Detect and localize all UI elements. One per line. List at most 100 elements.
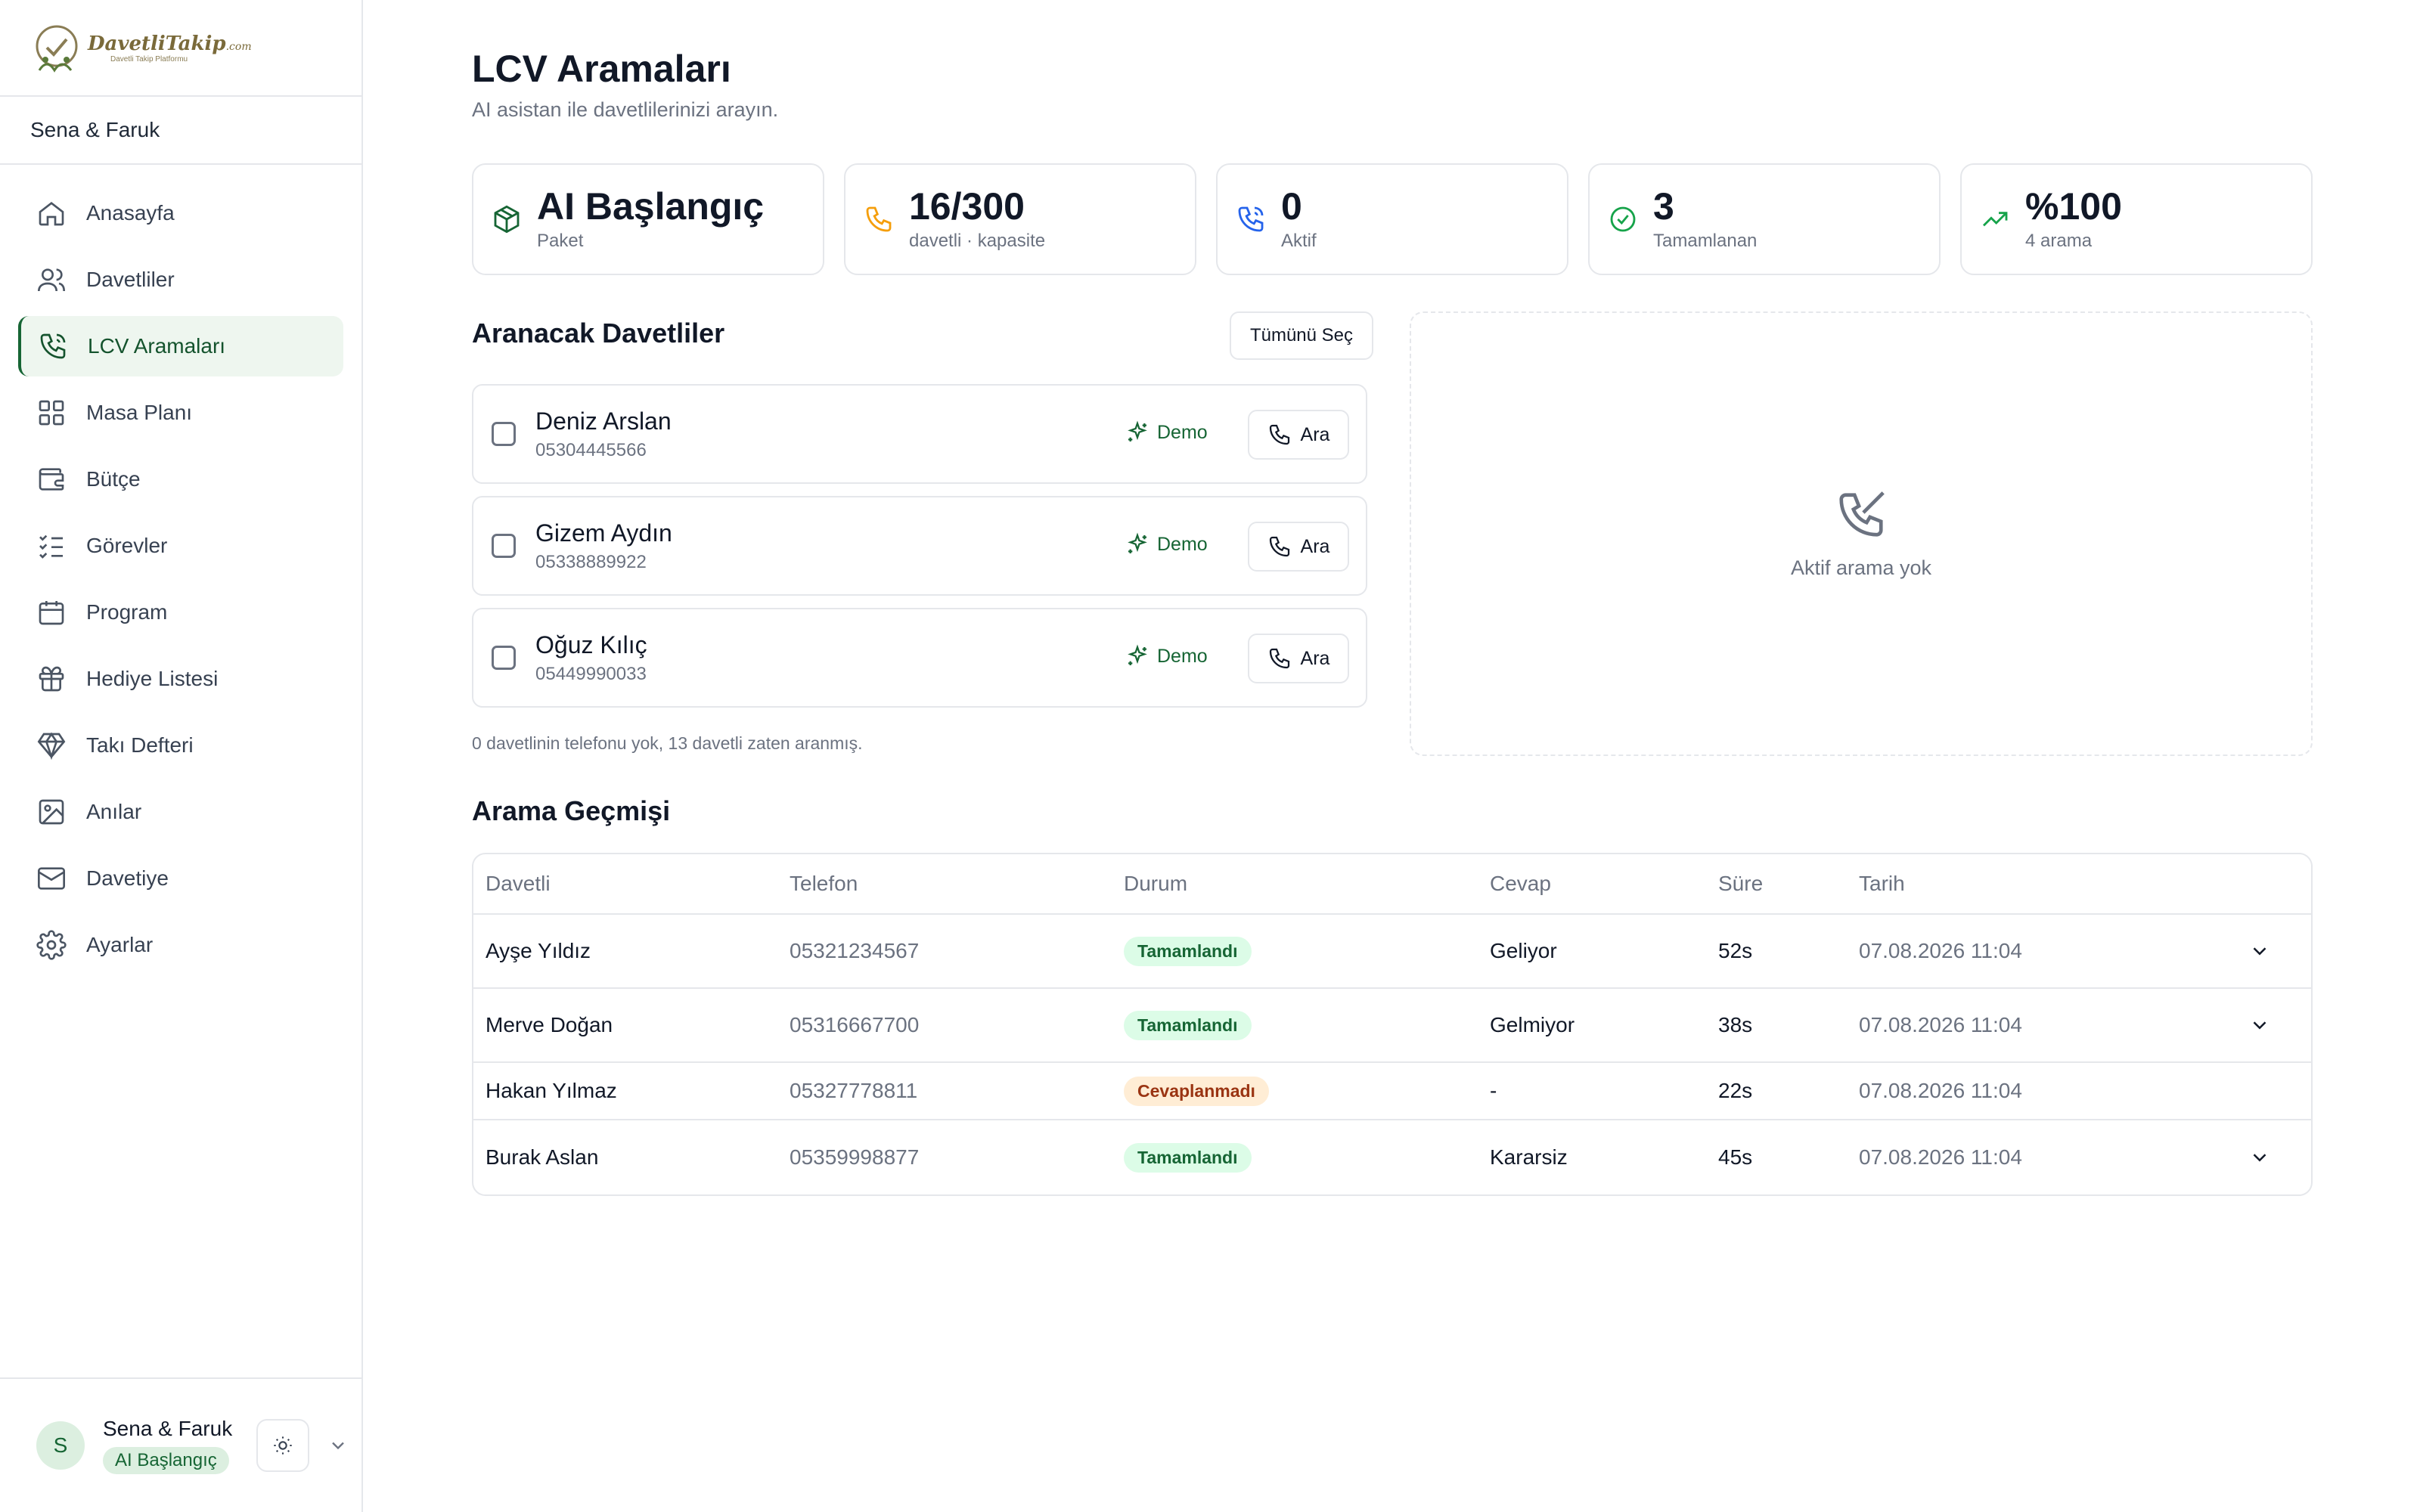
cell-date: 07.08.2026 11:04 — [1859, 1079, 2022, 1102]
call-button[interactable]: Ara — [1248, 410, 1349, 460]
chevron-down-icon[interactable] — [327, 1435, 349, 1456]
demo-button[interactable]: Demo — [1125, 532, 1208, 556]
sidebar-item-lcv-aramalari[interactable]: LCV Aramaları — [18, 316, 343, 376]
guest-checkbox[interactable] — [492, 646, 516, 670]
sparkles-icon — [1128, 644, 1147, 665]
theme-toggle-button[interactable] — [256, 1419, 310, 1472]
cell-guest: Merve Doğan — [486, 1013, 613, 1036]
sidebar-item-label: Takı Defteri — [86, 733, 194, 757]
sidebar-item-program[interactable]: Program — [18, 582, 343, 643]
status-badge: Tamamlandı — [1124, 1010, 1252, 1040]
history-section-title: Arama Geçmişi — [472, 795, 671, 826]
sidebar-item-davetiye[interactable]: Davetiye — [18, 848, 343, 909]
table-row[interactable]: Burak Aslan 05359998877 Tamamlandı Karar… — [473, 1120, 2311, 1194]
demo-button[interactable]: Demo — [1125, 644, 1208, 668]
calendar-icon — [39, 601, 64, 625]
home-icon — [39, 201, 64, 226]
cell-phone: 05316667700 — [790, 1013, 920, 1036]
guest-phone: 05338889922 — [535, 551, 647, 572]
list-item: Gizem Aydın 05338889922 Demo Ara — [472, 496, 1367, 596]
couple-name: Sena & Faruk — [0, 97, 361, 165]
page-subtitle: AI asistan ile davetlilerinizi arayın. — [472, 98, 779, 121]
logo-name: DavetliTakip.com — [88, 32, 252, 55]
guest-list: Deniz Arslan 05304445566 Demo Ara Gizem … — [472, 384, 1367, 720]
cell-guest: Ayşe Yıldız — [486, 939, 591, 962]
cell-phone: 05321234567 — [790, 939, 920, 962]
page-title: LCV Aramaları — [472, 48, 731, 90]
phone-icon — [1269, 536, 1289, 557]
cell-date: 07.08.2026 11:04 — [1859, 939, 2022, 962]
sidebar-item-label: LCV Aramaları — [88, 334, 226, 358]
sidebar-item-butce[interactable]: Bütçe — [18, 449, 343, 510]
user-name: Sena & Faruk — [103, 1417, 233, 1440]
cell-guest: Hakan Yılmaz — [486, 1079, 617, 1102]
cell-duration: 22s — [1718, 1079, 1753, 1102]
user-info: Sena & Faruk AI Başlangıç — [103, 1417, 232, 1474]
main-nav: Anasayfa Davetliler LCV Aramaları Masa P… — [0, 165, 361, 999]
sparkles-icon — [1128, 532, 1147, 553]
sidebar-item-label: Program — [86, 600, 168, 624]
guest-name: Oğuz Kılıç — [535, 631, 647, 658]
guest-checkbox[interactable] — [492, 534, 516, 558]
cell-date: 07.08.2026 11:04 — [1859, 1013, 2022, 1036]
call-label: Ara — [1300, 423, 1330, 445]
select-all-button[interactable]: Tümünü Seç — [1230, 311, 1373, 360]
sidebar-item-anasayfa[interactable]: Anasayfa — [18, 183, 343, 243]
cell-answer: Kararsiz — [1490, 1145, 1568, 1169]
status-badge: Tamamlandı — [1124, 1142, 1252, 1173]
chevron-down-icon[interactable] — [2248, 940, 2271, 962]
logo[interactable]: DavetliTakip.com Davetli Takip Platformu — [30, 17, 252, 78]
sidebar-item-gorevler[interactable]: Görevler — [18, 516, 343, 576]
list-item: Oğuz Kılıç 05449990033 Demo Ara — [472, 608, 1367, 708]
stat-label: davetli · kapasite — [909, 231, 1046, 252]
table-row[interactable]: Ayşe Yıldız 05321234567 Tamamlandı Geliy… — [473, 915, 2311, 989]
sidebar-item-ayarlar[interactable]: Ayarlar — [18, 915, 343, 975]
gift-icon — [39, 666, 64, 692]
check-circle-icon — [1610, 206, 1636, 232]
sun-icon — [274, 1436, 292, 1455]
table-row: Hakan Yılmaz 05327778811 Cevaplanmadı - … — [473, 1063, 2311, 1120]
phone-call-icon — [1238, 206, 1264, 232]
logo-emblem-icon — [36, 25, 78, 73]
sidebar-item-masa-plani[interactable]: Masa Planı — [18, 383, 343, 443]
phone-call-icon — [40, 333, 66, 359]
call-button[interactable]: Ara — [1248, 522, 1349, 572]
guest-checkbox[interactable] — [492, 422, 516, 446]
sidebar-item-taki-defteri[interactable]: Takı Defteri — [18, 715, 343, 776]
chevron-down-icon[interactable] — [2248, 1146, 2271, 1169]
stat-card-capacity: 16/300 davetli · kapasite — [844, 163, 1196, 275]
sidebar-item-label: Davetiye — [86, 866, 169, 890]
call-label: Ara — [1300, 647, 1330, 669]
stat-card-completed: 3 Tamamlanan — [1588, 163, 1941, 275]
sidebar-item-label: Bütçe — [86, 467, 141, 491]
cell-answer: Geliyor — [1490, 939, 1557, 962]
cell-phone: 05327778811 — [790, 1079, 918, 1102]
phone-off-icon — [1839, 491, 1885, 537]
stat-value: AI Başlangıç — [537, 184, 765, 228]
sidebar-item-hediye-listesi[interactable]: Hediye Listesi — [18, 649, 343, 709]
user-footer: S Sena & Faruk AI Başlangıç — [0, 1377, 361, 1512]
avatar[interactable]: S — [36, 1421, 85, 1470]
guest-name: Gizem Aydın — [535, 519, 672, 547]
stats-row: AI Başlangıç Paket 16/300 davetli · kapasi… — [472, 163, 2313, 275]
sidebar-item-davetliler[interactable]: Davetliler — [18, 249, 343, 310]
stat-label: Tamamlanan — [1653, 231, 1758, 252]
column-header: Tarih — [1859, 872, 1905, 895]
phone-icon — [1269, 424, 1289, 445]
guests-note: 0 davetlinin telefonu yok, 13 davetli za… — [472, 733, 863, 753]
sidebar-item-label: Ayarlar — [86, 933, 154, 956]
status-badge: Tamamlandı — [1124, 936, 1252, 966]
cell-duration: 45s — [1718, 1145, 1753, 1169]
demo-label: Demo — [1157, 533, 1208, 555]
demo-button[interactable]: Demo — [1125, 420, 1208, 445]
call-history-table: Davetli Telefon Durum Cevap Süre Tarih A… — [472, 853, 2313, 1196]
stat-card-success-rate: %100 4 arama — [1960, 163, 2313, 275]
chevron-down-icon[interactable] — [2248, 1014, 2271, 1036]
stat-card-active: 0 Aktif — [1216, 163, 1568, 275]
table-row[interactable]: Merve Doğan 05316667700 Tamamlandı Gelmi… — [473, 989, 2311, 1063]
sidebar-item-anilar[interactable]: Anılar — [18, 782, 343, 842]
stat-value: 3 — [1653, 184, 1674, 228]
call-button[interactable]: Ara — [1248, 634, 1349, 683]
sidebar-item-label: Anasayfa — [86, 201, 175, 225]
cell-guest: Burak Aslan — [486, 1145, 599, 1169]
